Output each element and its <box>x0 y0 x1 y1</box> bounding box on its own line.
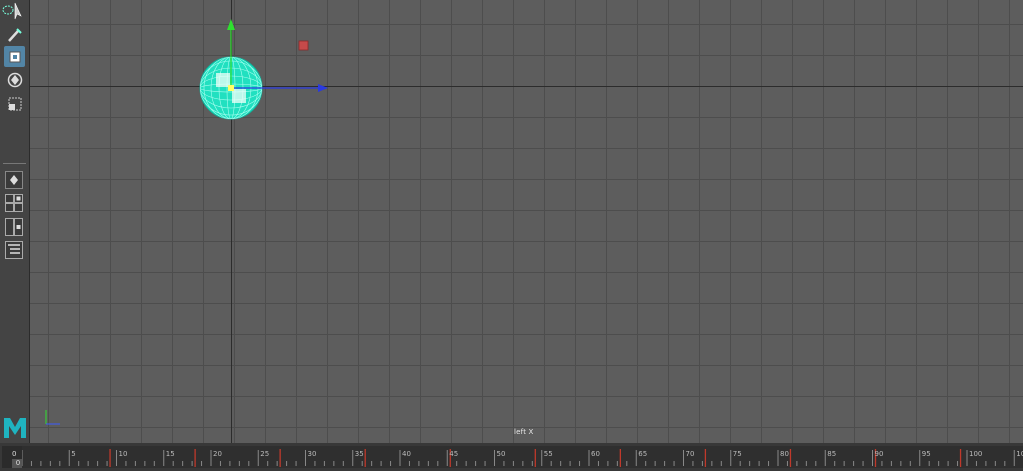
current-frame-box: 0 0 <box>2 446 24 468</box>
time-tick-label: 80 <box>780 450 789 458</box>
time-tick-label: 55 <box>544 450 553 458</box>
time-tick-label: 75 <box>733 450 742 458</box>
time-tick-label: 105 <box>1016 450 1023 458</box>
time-tick-label: 15 <box>166 450 175 458</box>
paint-select-tool-button[interactable] <box>4 24 25 45</box>
time-tick-label: 95 <box>922 450 931 458</box>
time-tick-label: 60 <box>591 450 600 458</box>
time-tick-label: 20 <box>213 450 222 458</box>
side-by-side-layout-icon <box>5 218 23 236</box>
time-tick-label: 50 <box>497 450 506 458</box>
time-tick-label: 100 <box>969 450 982 458</box>
move-tool-button[interactable] <box>4 46 25 67</box>
four-view-layout-button[interactable] <box>5 194 23 212</box>
time-tick-label: 90 <box>875 450 884 458</box>
side-by-side-layout-button[interactable] <box>5 218 23 236</box>
maya-logo <box>2 414 28 440</box>
lasso-tool-icon <box>2 5 14 14</box>
single-perspective-layout-icon <box>10 175 18 185</box>
four-view-layout-icon <box>5 194 23 212</box>
time-tick-label: 40 <box>402 450 411 458</box>
time-tick-label: 25 <box>260 450 269 458</box>
outliner-layout-button[interactable] <box>5 241 23 259</box>
axis-indicator <box>42 406 64 432</box>
toolbox-separator <box>3 163 26 164</box>
rotate-tool-button[interactable] <box>4 69 25 90</box>
z-axis-handle <box>318 84 328 92</box>
time-tick-label: 5 <box>71 450 75 458</box>
time-tick-label: 10 <box>119 450 128 458</box>
toolbox <box>0 0 30 443</box>
maya-logo-icon <box>4 418 26 438</box>
scale-tool-button[interactable] <box>4 93 25 114</box>
center-handle <box>228 85 234 91</box>
time-slider[interactable]: 0 0 5 10 15 20 25 30 35 40 45 50 55 60 65 70 75 80 85 90 9… <box>0 443 1023 471</box>
time-tick-label: 70 <box>686 450 695 458</box>
time-tick-label: 65 <box>638 450 647 458</box>
lasso-tool-button[interactable] <box>2 0 14 21</box>
scale-tool-icon <box>8 97 21 110</box>
origin-axis-horizontal <box>30 86 1023 87</box>
left-view-viewport[interactable]: left X <box>30 0 1023 443</box>
time-tick-label: 45 <box>449 450 458 458</box>
move-tool-icon <box>9 51 20 62</box>
time-tick-label: 30 <box>308 450 317 458</box>
rotate-tool-icon <box>7 72 22 87</box>
time-tick-label: 85 <box>827 450 836 458</box>
y-axis-handle <box>227 19 235 30</box>
camera-label: left X <box>514 428 534 436</box>
time-ruler[interactable]: 5 10 15 20 25 30 35 40 45 50 55 60 65 70 75 80 85 90 95 100… <box>22 446 1023 468</box>
outliner-layout-icon <box>5 241 23 259</box>
time-ruler-ticks: 5 10 15 20 25 30 35 40 45 50 55 60 65 70 75 80 85 90 95 100… <box>22 449 1023 467</box>
scene-objects <box>199 19 328 120</box>
paint-select-tool-icon <box>7 27 22 42</box>
time-tick-label: 35 <box>355 450 364 458</box>
plane-handle <box>298 40 309 51</box>
single-perspective-layout-button[interactable] <box>5 171 23 189</box>
axis-indicator-icon <box>45 410 60 425</box>
